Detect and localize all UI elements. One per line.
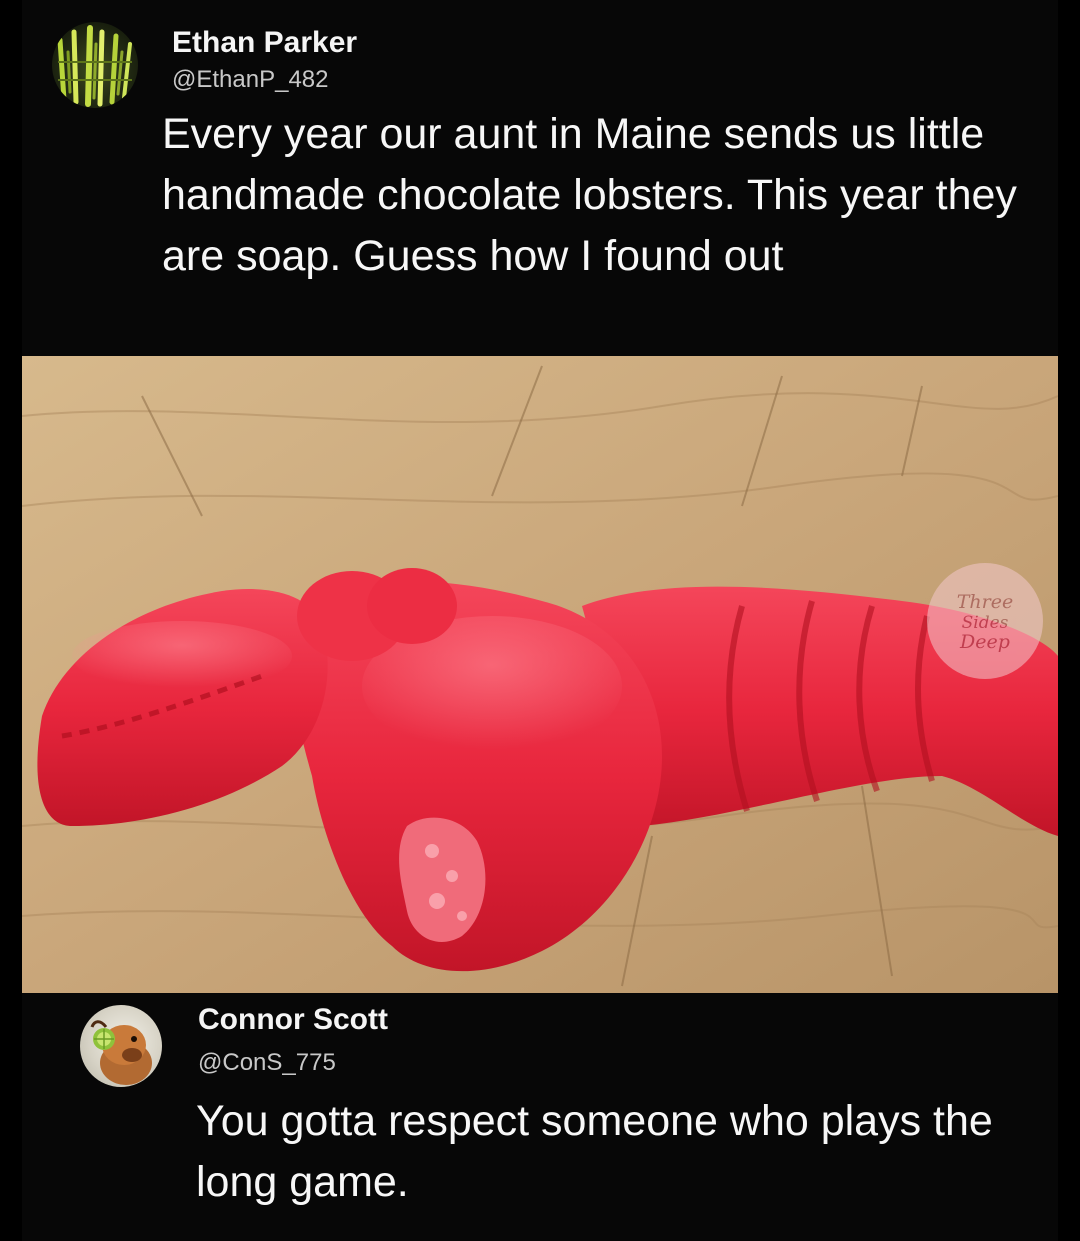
- reply-text: You gotta respect someone who plays the …: [196, 1097, 993, 1206]
- lobster-soap-photo: Three Sides Deep: [22, 356, 1058, 993]
- connor-avatar[interactable]: [80, 1005, 162, 1087]
- author-name[interactable]: Ethan Parker: [172, 26, 357, 60]
- watermark-icon: Three Sides Deep: [927, 563, 1043, 679]
- ethan-avatar[interactable]: [52, 22, 138, 108]
- bamboo-avatar-icon: [57, 25, 132, 107]
- tweet-text: Every year our aunt in Maine sends us li…: [162, 110, 1017, 280]
- svg-text:Sides: Sides: [962, 613, 1009, 633]
- svg-text:Deep: Deep: [959, 631, 1010, 653]
- reply-author-name[interactable]: Connor Scott: [198, 1003, 388, 1037]
- reply-author-handle[interactable]: @ConS_775: [198, 1049, 336, 1077]
- tweet-photo[interactable]: Three Sides Deep: [22, 356, 1058, 993]
- dog-avatar-icon: [90, 1020, 152, 1085]
- reply-tweet: Connor Scott @ConS_775 You gotta respect…: [22, 993, 1058, 1241]
- author-handle[interactable]: @EthanP_482: [172, 66, 328, 94]
- svg-text:Three: Three: [957, 591, 1013, 613]
- original-tweet: Ethan Parker @EthanP_482 Every year our …: [22, 0, 1058, 356]
